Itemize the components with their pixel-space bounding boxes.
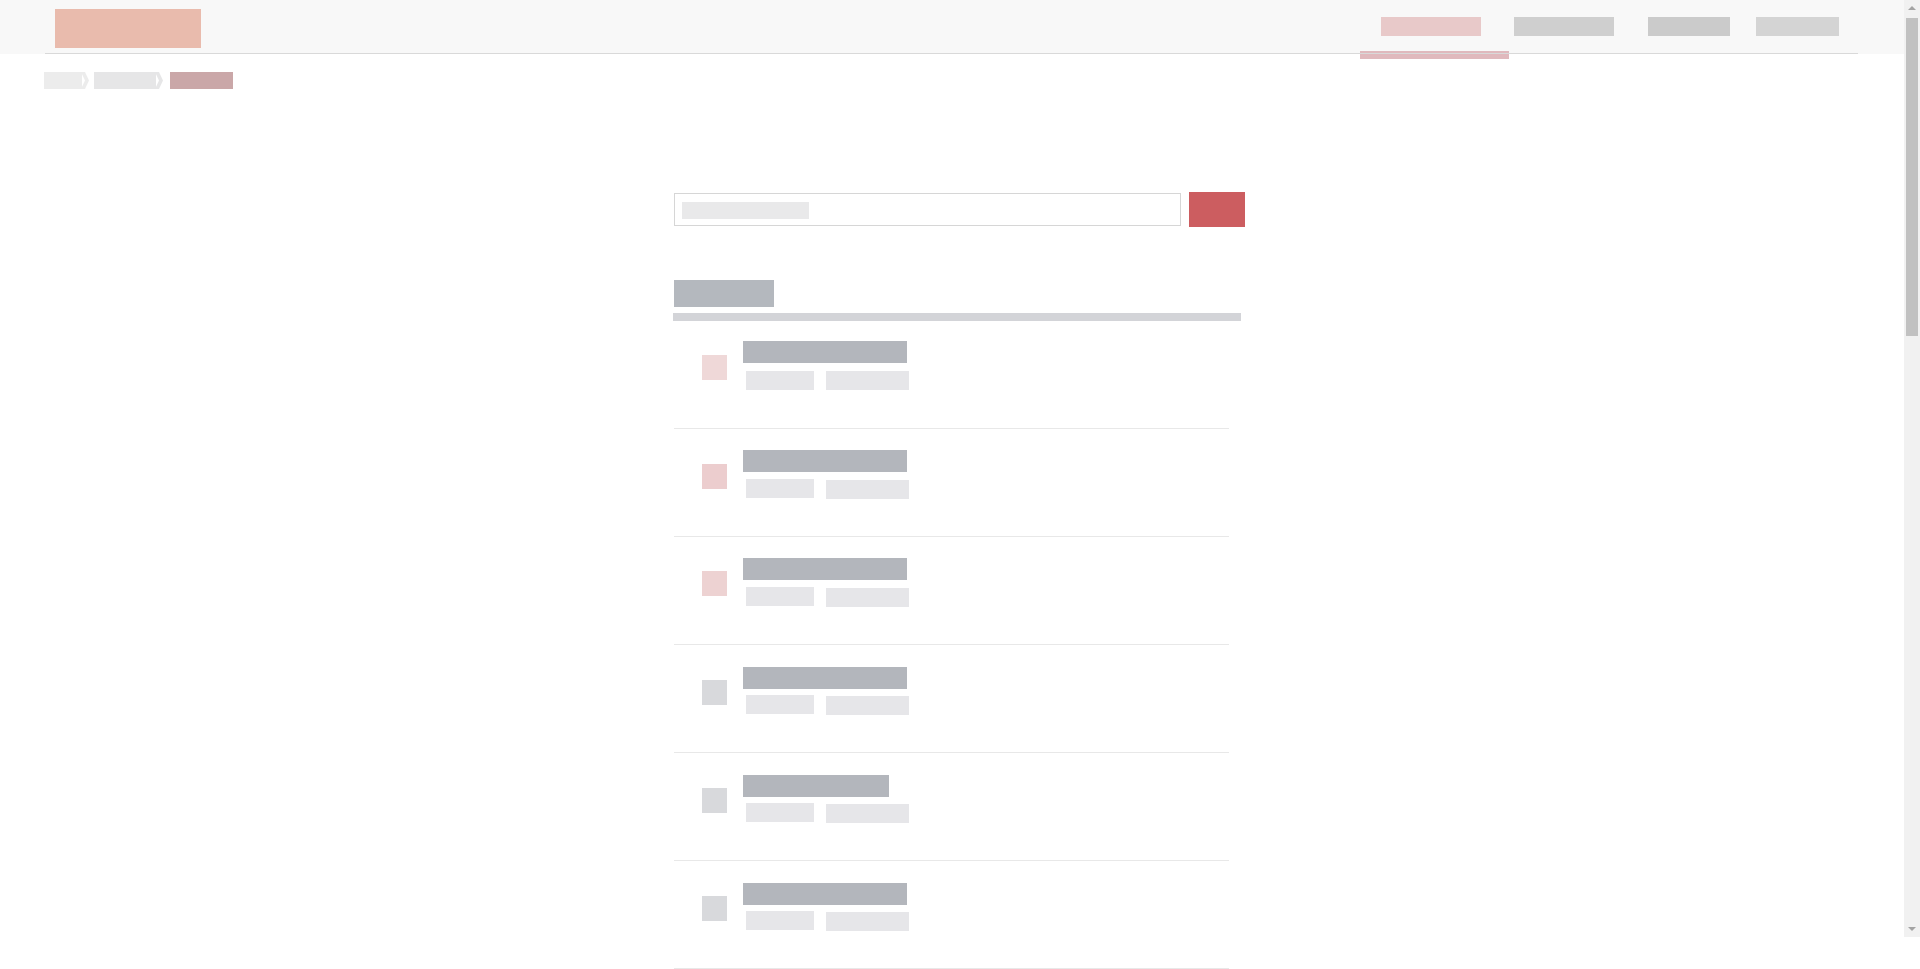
item-title[interactable] (743, 883, 907, 905)
item-icon (702, 680, 727, 705)
item-title[interactable] (743, 558, 907, 580)
item-title[interactable] (743, 667, 907, 689)
search-button[interactable] (1189, 192, 1245, 227)
search-placeholder (682, 202, 809, 219)
nav-item-4[interactable] (1756, 17, 1839, 36)
page-scrollbar[interactable] (1904, 0, 1920, 937)
item-meta-2 (826, 804, 909, 823)
item-meta-1 (746, 587, 814, 606)
list-item[interactable] (674, 429, 1229, 537)
breadcrumb-chevron-icon (155, 72, 163, 89)
scrollbar-thumb[interactable] (1906, 18, 1918, 336)
breadcrumb-chevron-icon (81, 72, 89, 89)
item-meta-2 (826, 371, 909, 390)
item-title[interactable] (743, 775, 889, 797)
item-meta-1 (746, 479, 814, 498)
breadcrumb-item-2[interactable] (94, 72, 156, 89)
item-meta-1 (746, 803, 814, 822)
item-meta-2 (826, 912, 909, 931)
item-icon (702, 896, 727, 921)
item-meta-1 (746, 371, 814, 390)
header-divider (45, 53, 1858, 54)
list-item[interactable] (674, 753, 1229, 861)
chevron-up-icon[interactable] (1904, 0, 1920, 16)
list-item[interactable] (674, 537, 1229, 645)
item-title[interactable] (743, 341, 907, 363)
section-divider (673, 313, 1241, 321)
item-icon (702, 464, 727, 489)
top-header (0, 0, 1904, 54)
breadcrumb-item-1[interactable] (44, 72, 82, 89)
item-icon (702, 788, 727, 813)
nav-item-1[interactable] (1381, 17, 1481, 36)
result-list (674, 321, 1229, 969)
list-item[interactable] (674, 321, 1229, 429)
item-title[interactable] (743, 450, 907, 472)
item-meta-2 (826, 588, 909, 607)
list-item[interactable] (674, 861, 1229, 969)
item-meta-1 (746, 695, 814, 714)
item-meta-1 (746, 911, 814, 930)
list-item[interactable] (674, 645, 1229, 753)
item-icon (702, 571, 727, 596)
item-icon (702, 355, 727, 380)
section-title (674, 280, 774, 307)
item-meta-2 (826, 480, 909, 499)
site-logo[interactable] (55, 9, 201, 48)
search-input[interactable] (674, 193, 1181, 226)
nav-item-2[interactable] (1514, 17, 1614, 36)
nav-item-3[interactable] (1648, 17, 1730, 36)
item-meta-2 (826, 696, 909, 715)
chevron-down-icon[interactable] (1904, 921, 1920, 937)
breadcrumb-item-current (170, 72, 233, 89)
